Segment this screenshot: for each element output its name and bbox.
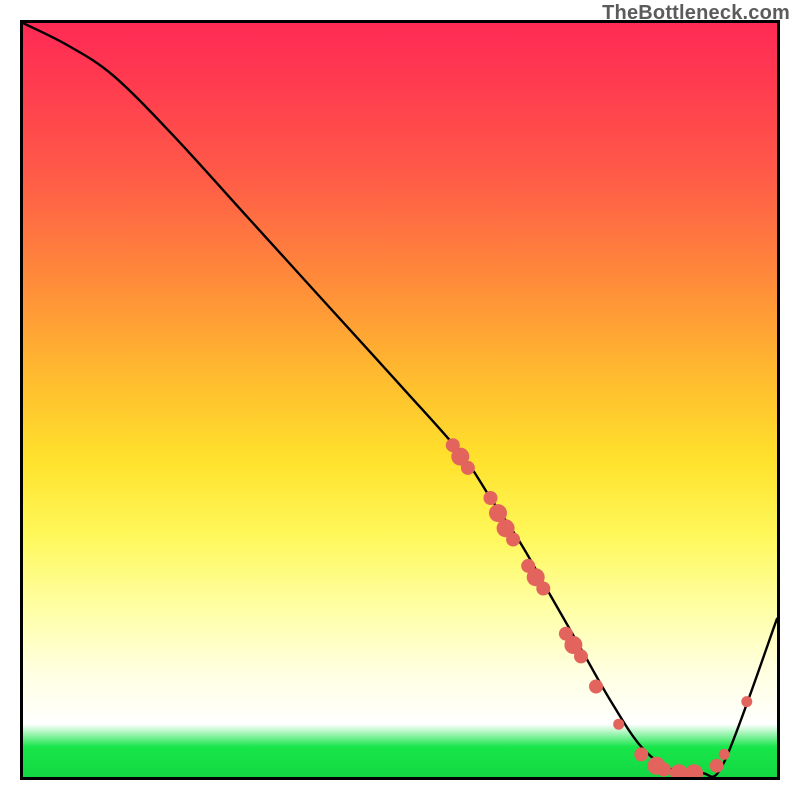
curve-marker bbox=[741, 696, 752, 707]
curve-marker bbox=[719, 749, 730, 760]
curve-marker-group bbox=[446, 438, 753, 777]
watermark-text: TheBottleneck.com bbox=[602, 2, 790, 25]
curve-marker bbox=[710, 759, 724, 773]
curve-marker bbox=[574, 649, 588, 663]
curve-marker bbox=[685, 764, 703, 777]
curve-marker bbox=[634, 747, 648, 761]
curve-marker bbox=[536, 582, 550, 596]
curve-marker bbox=[613, 719, 624, 730]
curve-marker bbox=[589, 680, 603, 694]
curve-marker bbox=[461, 461, 475, 475]
chart-svg bbox=[23, 23, 777, 777]
chart-container bbox=[20, 20, 780, 780]
bottleneck-curve bbox=[23, 23, 777, 777]
curve-marker bbox=[657, 763, 671, 777]
curve-marker bbox=[506, 533, 520, 547]
curve-marker bbox=[484, 491, 498, 505]
